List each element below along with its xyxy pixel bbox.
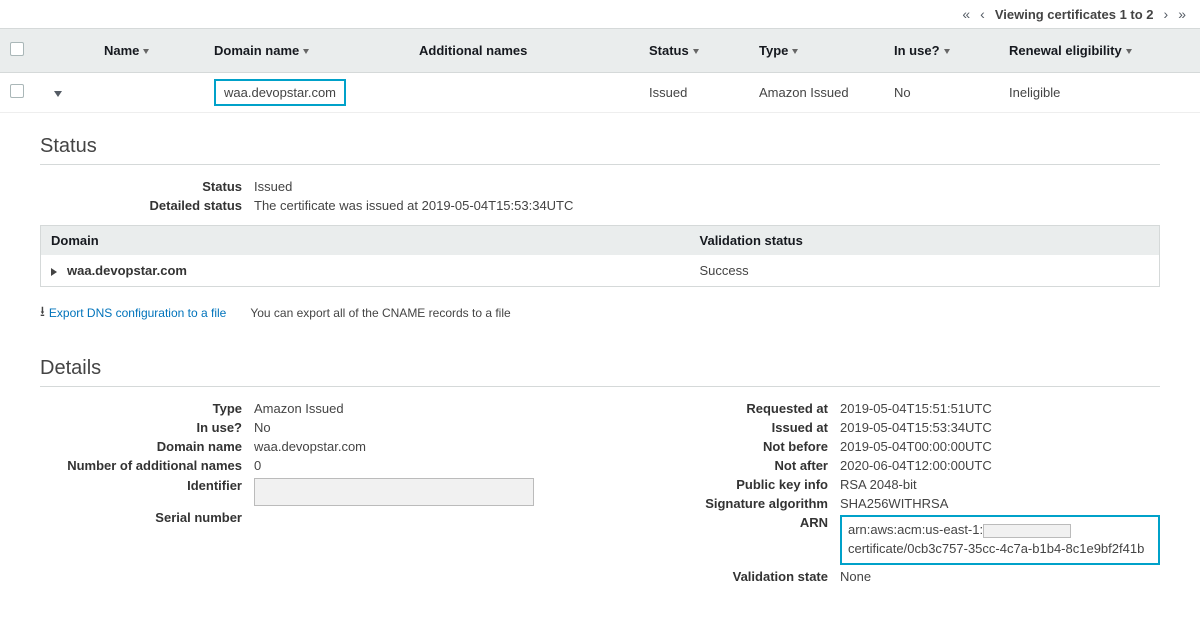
expand-triangle-icon bbox=[51, 268, 57, 276]
issued-value: 2019-05-04T15:53:34UTC bbox=[840, 420, 1160, 435]
serial-label: Serial number bbox=[40, 510, 254, 525]
download-icon: ⭳ bbox=[40, 301, 45, 325]
row-expand-icon[interactable] bbox=[54, 91, 62, 97]
requested-value: 2019-05-04T15:51:51UTC bbox=[840, 401, 1160, 416]
sort-caret-icon bbox=[143, 49, 149, 54]
cell-status: Issued bbox=[639, 73, 749, 113]
inuse-label: In use? bbox=[40, 420, 254, 435]
pagination-bar: « ‹ Viewing certificates 1 to 2 › » bbox=[0, 0, 1200, 28]
page-first-icon[interactable]: « bbox=[962, 6, 970, 22]
validation-header: Validation status bbox=[690, 226, 1160, 256]
type-label: Type bbox=[40, 401, 254, 416]
pki-label: Public key info bbox=[600, 477, 840, 492]
export-desc: You can export all of the CNAME records … bbox=[250, 306, 510, 320]
detailed-status-label: Detailed status bbox=[40, 198, 254, 213]
sort-caret-icon bbox=[303, 49, 309, 54]
requested-label: Requested at bbox=[600, 401, 840, 416]
pki-value: RSA 2048-bit bbox=[840, 477, 1160, 492]
certificates-table: Name Domain name Additional names Status… bbox=[0, 28, 1200, 113]
sort-caret-icon bbox=[693, 49, 699, 54]
header-checkbox[interactable] bbox=[0, 29, 42, 73]
cell-inuse: No bbox=[884, 73, 999, 113]
additional-value: 0 bbox=[254, 458, 600, 474]
domain-row[interactable]: waa.devopstar.com bbox=[41, 255, 690, 287]
notafter-label: Not after bbox=[600, 458, 840, 473]
header-name[interactable]: Name bbox=[94, 29, 204, 73]
validationstate-value: None bbox=[840, 569, 1160, 584]
cell-renewal: Ineligible bbox=[999, 73, 1200, 113]
notafter-value: 2020-06-04T12:00:00UTC bbox=[840, 458, 1160, 473]
export-dns-link[interactable]: Export DNS configuration to a file bbox=[49, 306, 226, 320]
issued-label: Issued at bbox=[600, 420, 840, 435]
arn-label: ARN bbox=[600, 515, 840, 565]
notbefore-value: 2019-05-04T00:00:00UTC bbox=[840, 439, 1160, 454]
validation-status-value: Success bbox=[690, 255, 1160, 287]
arn-account-redacted bbox=[983, 524, 1071, 538]
sort-caret-icon bbox=[1126, 49, 1132, 54]
sig-value: SHA256WITHRSA bbox=[840, 496, 1160, 511]
domainname-label: Domain name bbox=[40, 439, 254, 454]
page-next-icon[interactable]: › bbox=[1164, 6, 1169, 22]
domain-validation-table: Domain Validation status waa.devopstar.c… bbox=[40, 225, 1160, 287]
page-last-icon[interactable]: » bbox=[1178, 6, 1186, 22]
type-value: Amazon Issued bbox=[254, 401, 600, 416]
pagination-label: Viewing certificates 1 to 2 bbox=[995, 7, 1154, 22]
page-prev-icon[interactable]: ‹ bbox=[980, 6, 985, 22]
sort-caret-icon bbox=[944, 49, 950, 54]
section-status-title: Status bbox=[40, 125, 1160, 165]
header-status[interactable]: Status bbox=[639, 29, 749, 73]
notbefore-label: Not before bbox=[600, 439, 840, 454]
cell-type: Amazon Issued bbox=[749, 73, 884, 113]
domain-header: Domain bbox=[41, 226, 690, 256]
arn-value: arn:aws:acm:us-east-1:certificate/0cb3c7… bbox=[840, 515, 1160, 565]
header-additional: Additional names bbox=[409, 29, 639, 73]
status-value: Issued bbox=[254, 179, 1160, 194]
header-type[interactable]: Type bbox=[749, 29, 884, 73]
validationstate-label: Validation state bbox=[600, 569, 840, 584]
status-label: Status bbox=[40, 179, 254, 194]
inuse-value: No bbox=[254, 420, 600, 435]
header-renewal[interactable]: Renewal eligibility bbox=[999, 29, 1200, 73]
sort-caret-icon bbox=[792, 49, 798, 54]
section-details-title: Details bbox=[40, 347, 1160, 387]
identifier-label: Identifier bbox=[40, 478, 254, 506]
detailed-status-value: The certificate was issued at 2019-05-04… bbox=[254, 198, 1160, 213]
domainname-value: waa.devopstar.com bbox=[254, 439, 600, 454]
sig-label: Signature algorithm bbox=[600, 496, 840, 511]
identifier-redacted bbox=[254, 478, 534, 506]
header-domain[interactable]: Domain name bbox=[204, 29, 409, 73]
header-inuse[interactable]: In use? bbox=[884, 29, 999, 73]
additional-label: Number of additional names bbox=[40, 458, 254, 474]
table-row[interactable]: waa.devopstar.com Issued Amazon Issued N… bbox=[0, 73, 1200, 113]
export-row: ⭳ Export DNS configuration to a file You… bbox=[40, 301, 1160, 325]
row-checkbox[interactable] bbox=[10, 84, 24, 98]
cell-domain: waa.devopstar.com bbox=[214, 79, 346, 106]
